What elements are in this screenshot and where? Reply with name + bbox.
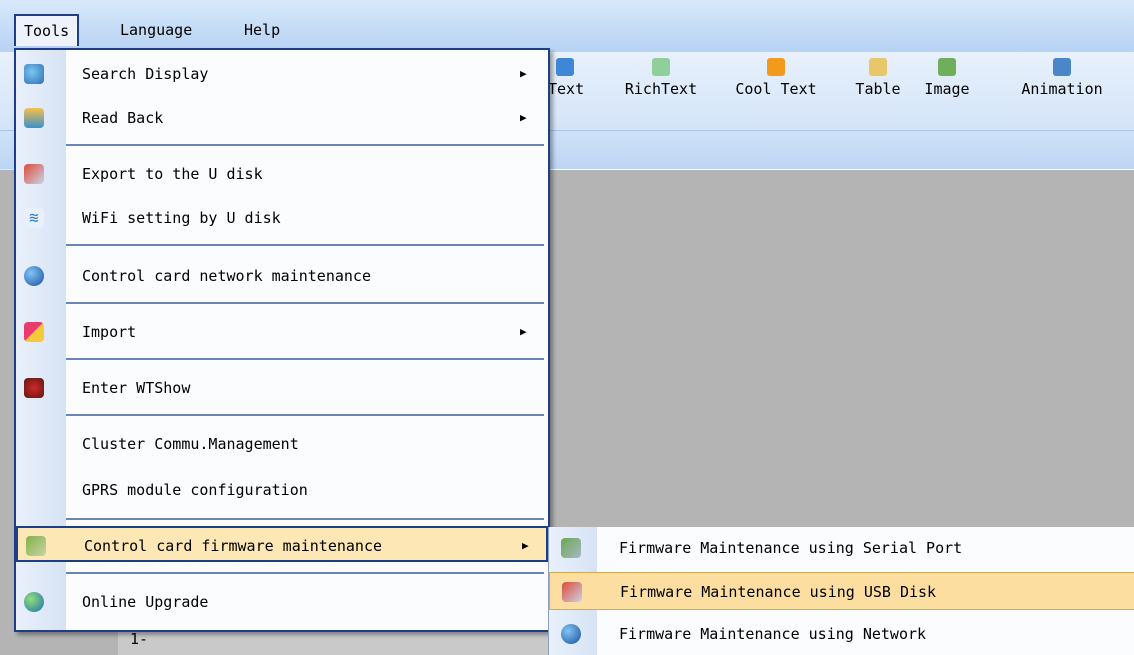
menu-item-cluster-management[interactable]: Cluster Commu.Management [16, 426, 548, 462]
menu-language[interactable]: Language [112, 14, 200, 46]
cooltext-icon [767, 58, 785, 76]
menu-bar: Tools Language Help [0, 0, 1134, 52]
submenu-arrow-icon: ▶ [520, 325, 527, 338]
submenu-item-usb-disk[interactable]: Firmware Maintenance using USB Disk [549, 572, 1134, 610]
menu-item-enter-wtshow[interactable]: Enter WTShow [16, 370, 548, 406]
globe-upgrade-icon [24, 592, 44, 612]
menu-separator [66, 414, 544, 416]
text-icon [556, 58, 574, 76]
globe-icon [24, 266, 44, 286]
magnifier-icon [24, 64, 44, 84]
wifi-icon: ≋ [24, 208, 44, 228]
submenu-item-serial-port[interactable]: Firmware Maintenance using Serial Port [549, 529, 1134, 567]
tools-dropdown: Search Display ▶ Read Back ▶ Export to t… [14, 48, 550, 632]
firmware-submenu: Firmware Maintenance using Serial Port F… [548, 527, 1134, 655]
menu-separator [66, 244, 544, 246]
submenu-arrow-icon: ▶ [520, 67, 527, 80]
usb-stick-icon [24, 164, 44, 184]
menu-separator [66, 358, 544, 360]
menu-help[interactable]: Help [236, 14, 288, 46]
menu-separator [66, 518, 544, 520]
richtext-icon [652, 58, 670, 76]
toolbar-cooltext-button[interactable]: Cool Text [726, 58, 826, 98]
submenu-arrow-icon: ▶ [520, 111, 527, 124]
menu-item-gprs-configuration[interactable]: GPRS module configuration [16, 472, 548, 508]
toolbar-animation-button[interactable]: Animation [1010, 58, 1114, 98]
menu-item-import[interactable]: Import ▶ [16, 314, 548, 350]
image-icon [938, 58, 956, 76]
toolbar-richtext-button[interactable]: RichText [616, 58, 706, 98]
globe-icon [561, 624, 581, 644]
menu-item-network-maintenance[interactable]: Control card network maintenance [16, 258, 548, 294]
menu-separator [66, 302, 544, 304]
menu-item-online-upgrade[interactable]: Online Upgrade [16, 584, 548, 620]
serial-port-icon [561, 538, 581, 558]
table-icon [869, 58, 887, 76]
submenu-arrow-icon: ▶ [522, 539, 529, 552]
toolbar-table-button[interactable]: Table [850, 58, 906, 98]
menu-item-wifi-u-disk[interactable]: ≋ WiFi setting by U disk [16, 200, 548, 236]
menu-item-firmware-maintenance[interactable]: Control card firmware maintenance ▶ [16, 526, 548, 562]
usb-stick-icon [562, 582, 582, 602]
read-back-icon [24, 108, 44, 128]
menu-item-search-display[interactable]: Search Display ▶ [16, 56, 548, 92]
toolbar-image-button[interactable]: Image [916, 58, 978, 98]
menu-separator [66, 144, 544, 146]
menu-item-export-u-disk[interactable]: Export to the U disk [16, 156, 548, 192]
row-number: 1- [130, 630, 149, 648]
row-strip [118, 628, 550, 655]
animation-icon [1053, 58, 1071, 76]
menu-separator [66, 572, 544, 574]
wrench-icon [26, 536, 46, 556]
menu-tools[interactable]: Tools [14, 14, 80, 46]
import-icon [24, 322, 44, 342]
toolbar-text-button[interactable]: Text [548, 58, 584, 98]
submenu-item-network[interactable]: Firmware Maintenance using Network [549, 615, 1134, 653]
menu-item-read-back[interactable]: Read Back ▶ [16, 100, 548, 136]
mask-icon [24, 378, 44, 398]
